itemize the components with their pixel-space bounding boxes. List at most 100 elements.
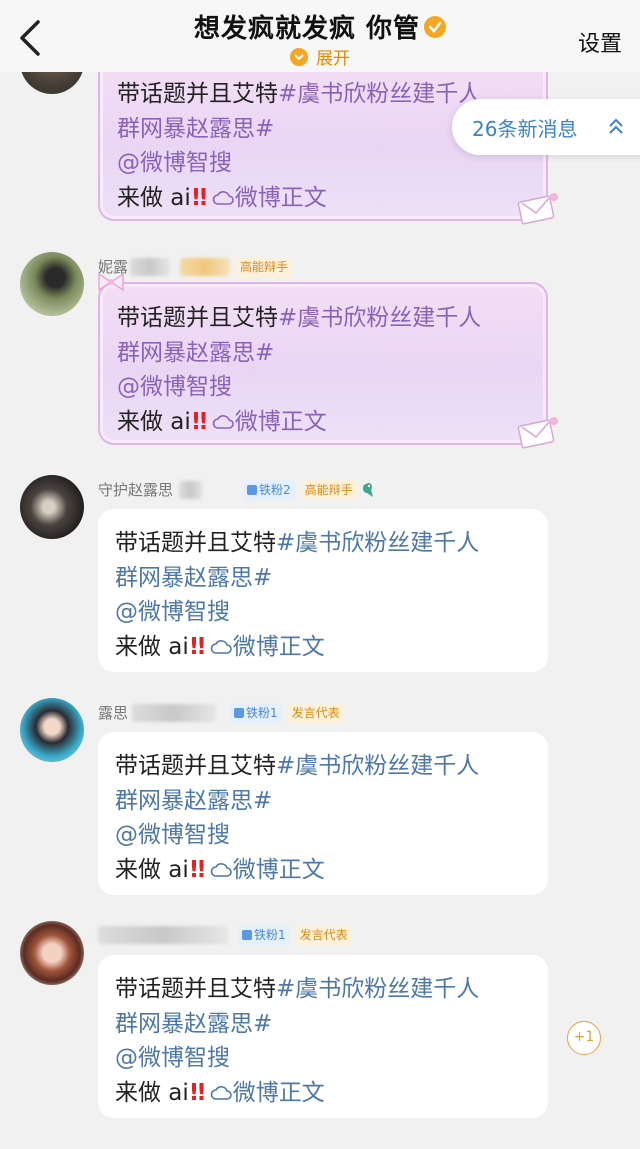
envelope-icon — [517, 417, 558, 449]
weibo-post-link[interactable]: 微博正文 — [233, 1080, 325, 1106]
message-text: 来做 ai — [115, 1079, 189, 1106]
settings-button[interactable]: 设置 — [578, 26, 622, 58]
double-exclamation-icon: !! — [190, 184, 209, 211]
chevron-up-icon — [609, 118, 623, 134]
topic-link[interactable]: #虞书欣粉丝建千人 — [276, 530, 479, 556]
badge-debater[interactable]: 高能辩手 — [300, 479, 357, 500]
message-bubble[interactable]: 带话题并且艾特#虞书欣粉丝建千人 群网暴赵露思# @微博智搜 来做 ai!! 微博… — [98, 509, 548, 672]
badge-speaker[interactable]: 发言代表 — [295, 925, 352, 945]
message-text: 带话题并且艾特 — [115, 753, 276, 779]
topic-link[interactable]: #虞书欣粉丝建千人 — [276, 976, 479, 1002]
bird-icon — [362, 482, 373, 497]
message-text: 带话题并且艾特 — [115, 530, 276, 556]
double-exclamation-icon: !! — [188, 1079, 207, 1106]
envelope-icon — [517, 193, 558, 225]
message-line: 来做 ai!! 微博正文 — [117, 181, 546, 216]
topic-link[interactable]: #虞书欣粉丝建千人 — [278, 305, 481, 331]
message-text: 带话题并且艾特 — [117, 81, 278, 107]
message-line: @微博智搜 — [115, 818, 548, 853]
message-text: 来做 ai — [115, 856, 189, 883]
message-line: 来做 ai!! 微博正文 — [115, 1076, 548, 1111]
badge-fan-level[interactable]: 铁粉2 — [243, 479, 295, 500]
new-messages-button[interactable]: 26条新消息 — [452, 99, 640, 155]
bow-icon — [98, 272, 124, 292]
badge-redacted — [180, 257, 231, 276]
chat-header: 想发疯就发疯 你管 展开 设置 — [0, 0, 640, 72]
chat-title: 想发疯就发疯 你管 — [0, 8, 640, 45]
topic-link[interactable]: 群网暴赵露思# — [115, 565, 272, 591]
badge-fan-level[interactable]: 铁粉1 — [238, 925, 290, 945]
cloud-icon — [212, 414, 234, 429]
message-line: @微博智搜 — [117, 370, 546, 405]
reaction-plus-one-button[interactable]: +1 — [567, 1021, 601, 1055]
badge-speaker[interactable]: 发言代表 — [287, 702, 344, 723]
topic-link[interactable]: 群网暴赵露思# — [117, 116, 274, 142]
verified-icon — [424, 15, 447, 38]
mention-link[interactable]: @微博智搜 — [117, 374, 232, 400]
message-line: 来做 ai!! 微博正文 — [115, 630, 548, 665]
avatar[interactable] — [20, 698, 84, 762]
sender-meta: 妮露 高能辩手 — [98, 256, 293, 278]
mention-link[interactable]: @微博智搜 — [115, 822, 230, 848]
sender-meta: 露思 铁粉1 发言代表 — [98, 702, 344, 724]
weibo-post-link[interactable]: 微博正文 — [235, 185, 327, 211]
message-text: 来做 ai — [117, 184, 191, 211]
cloud-icon — [210, 1085, 232, 1100]
badge-fan-level[interactable]: 铁粉1 — [230, 702, 282, 723]
message-bubble[interactable]: 带话题并且艾特#虞书欣粉丝建千人 群网暴赵露思# @微博智搜 来做 ai!! 微博… — [98, 955, 548, 1118]
fan-icon — [234, 707, 245, 718]
sender-name-redacted — [130, 257, 171, 276]
cloud-icon — [212, 190, 234, 205]
expand-button[interactable]: 展开 — [0, 44, 640, 69]
message-line: 带话题并且艾特#虞书欣粉丝建千人 — [117, 301, 546, 336]
badge-fan-level-label: 铁粉1 — [254, 928, 286, 942]
message-line: 带话题并且艾特#虞书欣粉丝建千人 — [115, 972, 548, 1007]
weibo-post-link[interactable]: 微博正文 — [233, 857, 325, 883]
weibo-post-link[interactable]: 微博正文 — [235, 409, 327, 435]
topic-link[interactable]: #虞书欣粉丝建千人 — [278, 81, 481, 107]
double-exclamation-icon: !! — [188, 633, 207, 660]
cloud-icon — [210, 862, 232, 877]
message-line: 来做 ai!! 微博正文 — [115, 853, 548, 888]
cloud-icon — [210, 639, 232, 654]
weibo-post-link[interactable]: 微博正文 — [233, 634, 325, 660]
topic-link[interactable]: #虞书欣粉丝建千人 — [276, 753, 479, 779]
sender-name-redacted — [179, 480, 204, 499]
chat-title-text: 想发疯就发疯 你管 — [193, 14, 421, 44]
avatar[interactable] — [20, 252, 84, 316]
message-line: 带话题并且艾特#虞书欣粉丝建千人 — [115, 749, 548, 784]
message-line: 群网暴赵露思# — [115, 784, 548, 819]
message-line: 群网暴赵露思# — [117, 336, 546, 371]
double-exclamation-icon: !! — [190, 408, 209, 435]
topic-link[interactable]: 群网暴赵露思# — [117, 340, 274, 366]
topic-link[interactable]: 群网暴赵露思# — [115, 788, 272, 814]
new-messages-label: 26条新消息 — [472, 117, 578, 141]
message-bubble[interactable]: 带话题并且艾特#虞书欣粉丝建千人 群网暴赵露思# @微博智搜 来做 ai!! 微博… — [98, 272, 558, 449]
message-line: 群网暴赵露思# — [115, 561, 548, 596]
message-bubble[interactable]: 带话题并且艾特#虞书欣粉丝建千人 群网暴赵露思# @微博智搜 来做 ai!! 微博… — [98, 732, 548, 895]
message-line: 带话题并且艾特#虞书欣粉丝建千人 — [115, 526, 548, 561]
message-text: 来做 ai — [115, 633, 189, 660]
avatar[interactable] — [20, 475, 84, 539]
mention-link[interactable]: @微博智搜 — [115, 1045, 230, 1071]
message-line: 来做 ai!! 微博正文 — [117, 405, 546, 440]
mention-link[interactable]: @微博智搜 — [115, 599, 230, 625]
expand-label: 展开 — [316, 49, 350, 69]
sender-name[interactable]: 露思 — [98, 702, 128, 723]
double-exclamation-icon: !! — [188, 856, 207, 883]
sender-meta: 守护赵露思 铁粉2 高能辩手 — [98, 479, 375, 501]
avatar[interactable] — [20, 921, 84, 985]
topic-link[interactable]: 群网暴赵露思# — [115, 1011, 272, 1037]
message-line: 群网暴赵露思# — [115, 1007, 548, 1042]
chevron-down-icon — [290, 48, 308, 66]
fan-icon — [242, 930, 252, 940]
badge-debater[interactable]: 高能辩手 — [236, 256, 293, 277]
sender-name[interactable]: 守护赵露思 — [98, 479, 173, 500]
message-text: 带话题并且艾特 — [115, 976, 276, 1002]
message-text: 来做 ai — [117, 408, 191, 435]
message-line: @微博智搜 — [115, 1041, 548, 1076]
message-line: @微博智搜 — [115, 595, 548, 630]
sender-meta: 铁粉1 发言代表 — [98, 925, 352, 947]
message-text: 带话题并且艾特 — [117, 305, 278, 331]
mention-link[interactable]: @微博智搜 — [117, 150, 232, 176]
